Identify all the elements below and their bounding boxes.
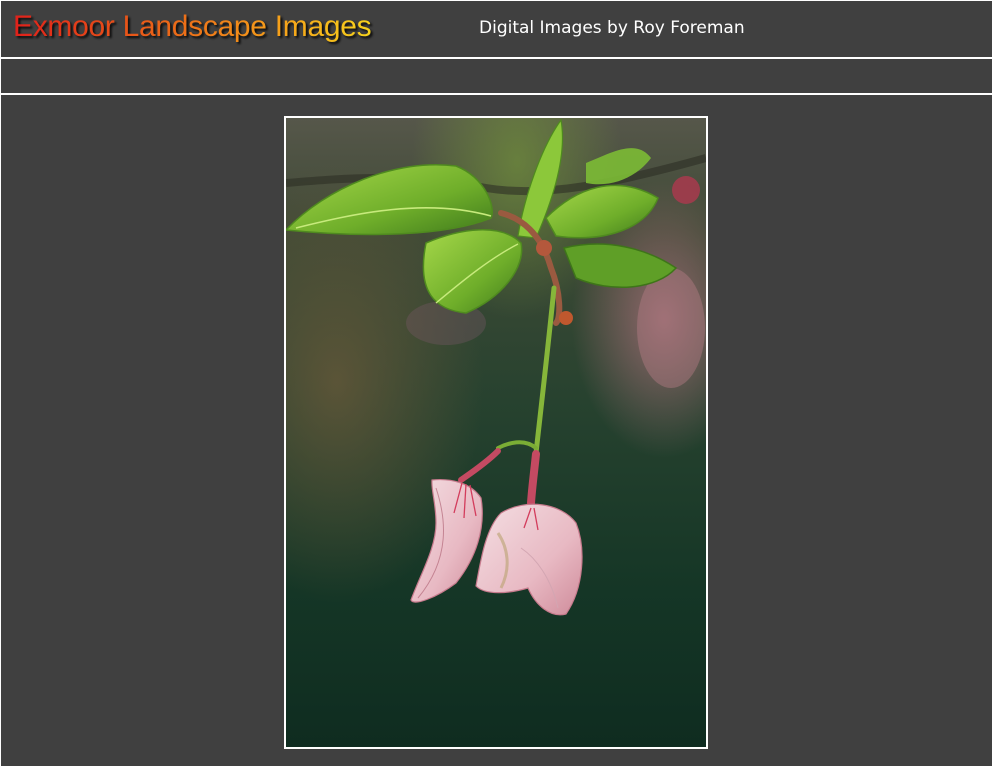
navigation-bar [1, 61, 992, 95]
site-title[interactable]: Exmoor Landscape Images [13, 7, 372, 47]
blossom-photo-image [286, 118, 706, 747]
page-frame: Exmoor Landscape Images Digital Images b… [0, 0, 993, 767]
main-content [1, 97, 992, 766]
site-header: Exmoor Landscape Images Digital Images b… [1, 1, 992, 59]
site-subtitle: Digital Images by Roy Foreman [479, 18, 745, 38]
blossom-photo [284, 116, 708, 749]
